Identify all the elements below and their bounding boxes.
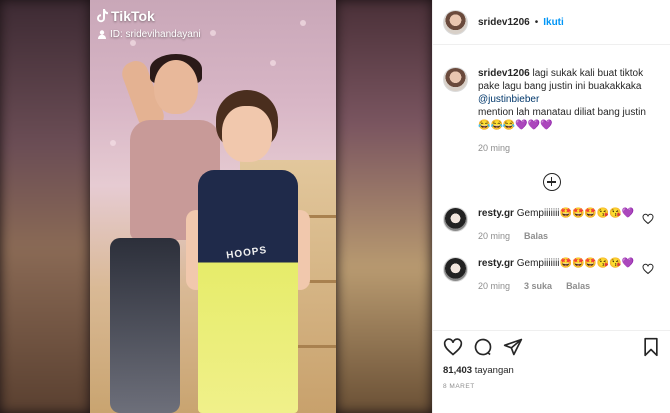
commenter-avatar[interactable] — [443, 257, 468, 282]
post-actions: 81,403 tayangan 8 MARET — [433, 330, 670, 390]
comment-like-heart-icon[interactable] — [642, 213, 654, 225]
comment-text: Gempiiiiiii🤩🤩🤩😘😘💜 — [513, 208, 635, 219]
comment-like-heart-icon[interactable] — [642, 263, 654, 275]
post-date[interactable]: 8 MARET — [443, 383, 661, 390]
instagram-post: HOOPS TikTok ID: sridevihandayani sridev… — [0, 0, 670, 413]
caption-emoji: 😂😂😂💜💜💜 — [478, 120, 553, 131]
video-frame: HOOPS — [90, 0, 336, 413]
tiktok-note-icon — [97, 9, 108, 23]
child-dancer: HOOPS — [186, 90, 310, 413]
view-count-label: tayangan — [472, 365, 514, 376]
comment-text: Gempiiiiiii🤩🤩🤩😘😘💜 — [513, 258, 635, 269]
author-username[interactable]: sridev1206 — [478, 17, 530, 28]
header-separator: • — [534, 16, 539, 28]
comment-item: resty.gr Gempiiiiiii🤩🤩🤩😘😘💜 20 ming Balas — [433, 207, 670, 243]
bookmark-icon[interactable] — [641, 337, 661, 357]
comment-timestamp[interactable]: 20 ming — [478, 280, 510, 293]
comment-like-count[interactable]: 3 suka — [524, 280, 552, 293]
caption-line-3: mention lah manatau diliat bang justin — [478, 107, 646, 118]
comment-username[interactable]: resty.gr — [478, 258, 514, 269]
tiktok-user-id: ID: sridevihandayani — [98, 29, 201, 40]
caption-author-username[interactable]: sridev1206 — [478, 68, 530, 79]
tiktok-watermark: TikTok — [96, 8, 155, 24]
video-blur-left — [0, 0, 90, 413]
video-blur-right — [336, 0, 432, 413]
video-player[interactable]: HOOPS TikTok ID: sridevihandayani — [0, 0, 432, 413]
reply-button[interactable]: Balas — [524, 230, 548, 243]
post-side-panel: sridev1206 • Ikuti sridev1206 lagi sukak… — [432, 0, 670, 413]
comment-icon[interactable] — [473, 337, 493, 357]
user-icon — [98, 30, 106, 39]
view-count-number: 81,403 — [443, 365, 473, 376]
share-icon[interactable] — [503, 337, 523, 357]
load-more-comments-button[interactable] — [542, 173, 561, 191]
caption-timestamp[interactable]: 20 ming — [478, 142, 510, 155]
post-header: sridev1206 • Ikuti — [433, 0, 670, 45]
comment-item: resty.gr Gempiiiiiii🤩🤩🤩😘😘💜 20 ming 3 suk… — [433, 257, 670, 293]
tiktok-id-text: ID: sridevihandayani — [110, 29, 201, 40]
follow-button[interactable]: Ikuti — [543, 17, 564, 28]
comment-timestamp[interactable]: 20 ming — [478, 230, 510, 243]
author-avatar[interactable] — [443, 9, 468, 35]
caption-author-avatar[interactable] — [443, 67, 468, 92]
caption-mention-link[interactable]: @justinbieber — [478, 94, 539, 105]
reply-button[interactable]: Balas — [566, 280, 590, 293]
comment-username[interactable]: resty.gr — [478, 208, 514, 219]
commenter-avatar[interactable] — [443, 207, 468, 232]
view-count[interactable]: 81,403 tayangan — [443, 365, 661, 376]
heart-icon[interactable] — [443, 337, 463, 357]
post-caption: sridev1206 lagi sukak kali buat tiktok p… — [433, 45, 670, 155]
tiktok-brand-text: TikTok — [111, 8, 155, 24]
